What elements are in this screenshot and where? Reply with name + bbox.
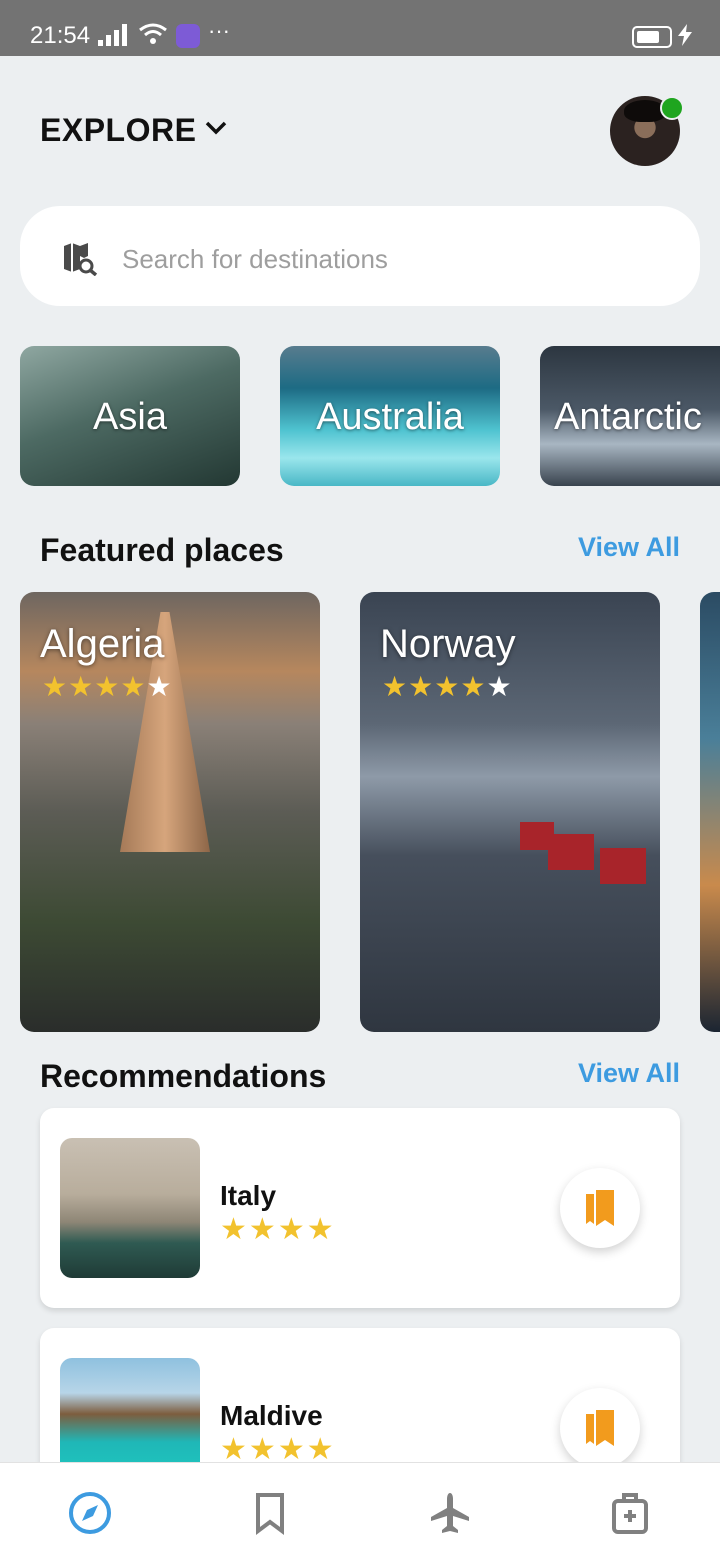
wifi-icon [139, 23, 167, 44]
star-icon: ★ [306, 1213, 336, 1246]
star-icon: ★ [42, 671, 69, 702]
bookmark-icon[interactable] [248, 1491, 292, 1535]
bookmark-button[interactable] [560, 1168, 640, 1248]
star-outline-icon: ★ [146, 671, 173, 702]
star-icon: ★ [68, 671, 95, 702]
viber-icon [176, 24, 200, 48]
star-outline-icon: ★ [486, 671, 513, 702]
more-notifications-icon: ··· [208, 18, 230, 43]
featured-card-norway[interactable]: Norway ★★★★★ [360, 592, 660, 1032]
star-icon: ★ [120, 671, 147, 702]
map-search-icon [64, 243, 98, 276]
star-icon: ★ [434, 671, 461, 702]
star-icon: ★ [277, 1213, 307, 1246]
bottom-navigation [0, 1462, 720, 1561]
house-image [548, 834, 594, 870]
star-icon: ★ [94, 671, 121, 702]
category-label: Antarctic [554, 396, 702, 438]
featured-card-algeria[interactable]: Algeria ★★★★★ [20, 592, 320, 1032]
medical-bag-icon[interactable] [608, 1491, 652, 1535]
star-icon: ★ [382, 671, 409, 702]
recommendation-card-italy[interactable]: Italy ★★★★ [40, 1108, 680, 1308]
recommendation-name: Maldive [220, 1400, 323, 1431]
category-australia[interactable]: Australia [280, 346, 500, 486]
featured-view-all-link[interactable]: View All [578, 532, 680, 563]
rating-stars: ★★★★ [220, 1212, 336, 1247]
recommendations-section-title: Recommendations [40, 1058, 327, 1094]
search-input[interactable] [120, 238, 664, 280]
star-icon: ★ [220, 1213, 249, 1246]
chevron-down-icon[interactable] [204, 118, 228, 138]
star-icon: ★ [248, 1213, 278, 1246]
house-image [520, 822, 554, 850]
category-asia[interactable]: Asia [20, 346, 240, 486]
bookmarks-icon [586, 1190, 614, 1226]
bookmarks-icon [586, 1410, 614, 1446]
category-label: Asia [93, 396, 167, 438]
category-label: Australia [316, 396, 464, 438]
charging-icon [678, 24, 692, 46]
airplane-icon[interactable] [428, 1491, 472, 1535]
search-bar[interactable] [20, 206, 700, 306]
bookmark-button[interactable] [560, 1388, 640, 1468]
page-title[interactable]: EXPLORE [40, 112, 196, 149]
category-antarctic[interactable]: Antarctic [540, 346, 720, 486]
battery-icon [632, 26, 672, 48]
recommendations-view-all-link[interactable]: View All [578, 1058, 680, 1089]
star-icon: ★ [408, 671, 435, 702]
rating-stars: ★★★★★ [382, 670, 513, 703]
featured-card-partial[interactable] [700, 592, 720, 1032]
house-image [600, 848, 646, 884]
italy-thumbnail [60, 1138, 200, 1278]
online-status-dot [660, 96, 684, 120]
star-icon: ★ [460, 671, 487, 702]
featured-place-name: Algeria [40, 622, 165, 666]
featured-place-name: Norway [380, 622, 516, 666]
status-bar: 21:54 ··· [0, 0, 720, 56]
featured-section-title: Featured places [40, 532, 284, 568]
recommendation-name: Italy [220, 1180, 277, 1211]
rating-stars: ★★★★★ [42, 670, 173, 703]
signal-icon [98, 24, 127, 46]
compass-icon[interactable] [68, 1491, 112, 1535]
status-time: 21:54 [30, 22, 91, 49]
